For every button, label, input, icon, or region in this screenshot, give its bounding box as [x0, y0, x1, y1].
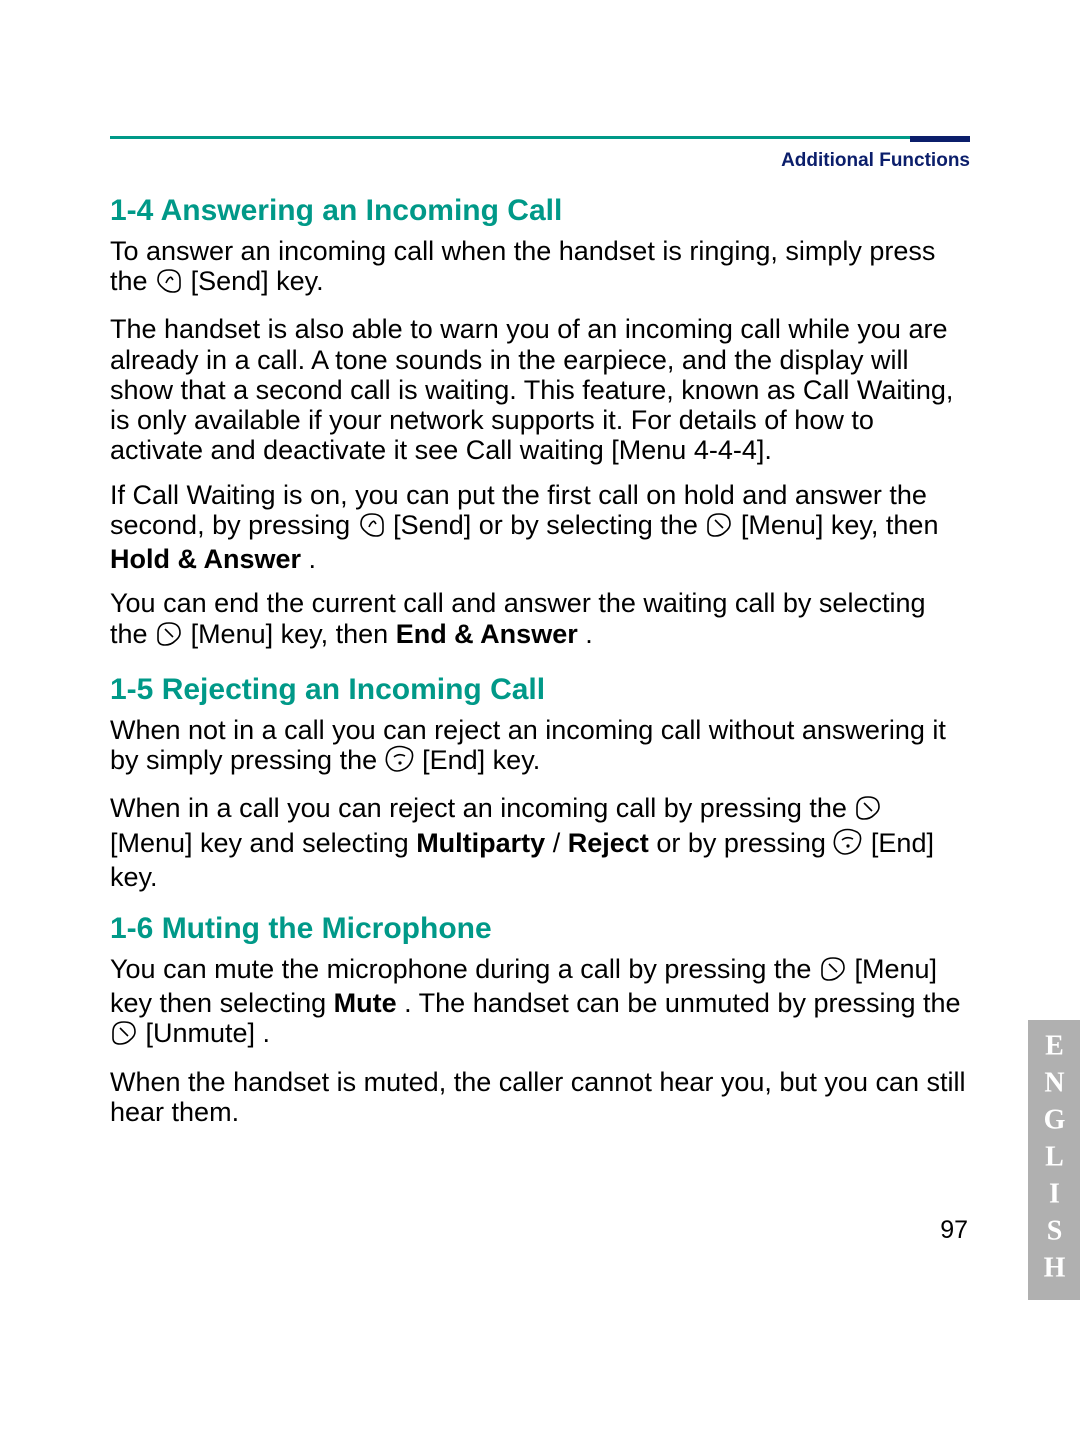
bold-text: End & Answer: [396, 619, 578, 649]
bold-text: Hold & Answer: [110, 544, 301, 574]
text: [End] key.: [422, 745, 540, 775]
section-heading-1-5: 1-5 Rejecting an Incoming Call: [110, 673, 970, 707]
page-body: 1-4 Answering an Incoming Call To answer…: [110, 194, 970, 1141]
menu-key-icon: [819, 956, 847, 988]
end-key-icon: [833, 828, 863, 862]
text: [Send] key.: [191, 266, 324, 296]
para-1-5-1: When not in a call you can reject an inc…: [110, 715, 970, 779]
header-rule: [110, 136, 970, 142]
text: . The handset can be unmuted by pressing…: [404, 988, 960, 1018]
text: You can mute the microphone during a cal…: [110, 954, 819, 984]
menu-key-icon: [110, 1020, 138, 1052]
header-section-label: Additional Functions: [781, 150, 970, 172]
para-1-4-3: If Call Waiting is on, you can put the f…: [110, 480, 970, 575]
language-tab: ENGLISH: [1028, 1020, 1080, 1300]
menu-key-icon: [155, 621, 183, 653]
text: /: [553, 828, 561, 858]
text: [Menu] key and selecting: [110, 828, 416, 858]
bold-text: Reject: [568, 828, 649, 858]
text: [Menu] key, then: [741, 510, 939, 540]
text: [Unmute] .: [146, 1018, 271, 1048]
send-key-icon: [358, 512, 386, 544]
manual-page: Additional Functions 1-4 Answering an In…: [0, 0, 1080, 1430]
text: [Menu] key, then: [191, 619, 396, 649]
text: or by pressing: [656, 828, 833, 858]
para-1-5-2: When in a call you can reject an incomin…: [110, 793, 970, 892]
header-rule-green: [110, 136, 910, 139]
section-heading-1-4: 1-4 Answering an Incoming Call: [110, 194, 970, 228]
send-key-icon: [155, 268, 183, 300]
menu-key-icon: [854, 795, 882, 827]
section-heading-1-6: 1-6 Muting the Microphone: [110, 912, 970, 946]
language-tab-label: ENGLISH: [1038, 1031, 1070, 1290]
page-number: 97: [940, 1216, 968, 1245]
header-rule-blue: [910, 136, 970, 142]
end-key-icon: [385, 745, 415, 779]
menu-key-icon: [705, 512, 733, 544]
para-1-4-4: You can end the current call and answer …: [110, 588, 970, 652]
para-1-6-2: When the handset is muted, the caller ca…: [110, 1067, 970, 1127]
para-1-6-1: You can mute the microphone during a cal…: [110, 954, 970, 1053]
text: .: [585, 619, 593, 649]
text: When in a call you can reject an incomin…: [110, 793, 854, 823]
text: .: [309, 544, 317, 574]
para-1-4-1: To answer an incoming call when the hand…: [110, 236, 970, 300]
bold-text: Multiparty: [416, 828, 545, 858]
text: [Send] or by selecting the: [393, 510, 705, 540]
para-1-4-2: The handset is also able to warn you of …: [110, 314, 970, 465]
bold-text: Mute: [334, 988, 397, 1018]
